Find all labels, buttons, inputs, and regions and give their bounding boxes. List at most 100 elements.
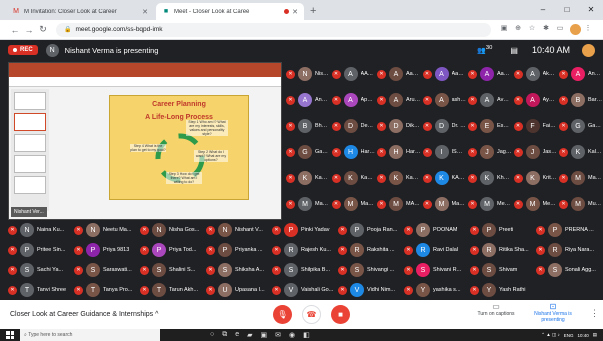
participant-tile[interactable]: ✕KKashish D... bbox=[377, 168, 421, 188]
participant-tile[interactable]: ✕KKASHISH ... bbox=[422, 168, 466, 188]
participant-tile[interactable]: ✕AArushi Sa... bbox=[377, 90, 421, 110]
participant-tile[interactable]: ✕ S Shiksha A... bbox=[206, 260, 269, 280]
participant-tile[interactable]: ✕DDeepali S... bbox=[331, 116, 375, 136]
participant-tile[interactable]: ✕ U Upasana I... bbox=[206, 280, 269, 300]
store-icon[interactable]: ▣ bbox=[261, 331, 268, 339]
leave-call-button[interactable]: ☎ bbox=[302, 305, 321, 324]
participant-tile[interactable]: ✕MManya Ar... bbox=[422, 194, 466, 214]
participant-tile[interactable]: ✕DDr. Priyan... bbox=[422, 116, 466, 136]
participant-tile[interactable]: ✕AApnjita G... bbox=[331, 90, 375, 110]
back-icon[interactable]: ← bbox=[8, 25, 22, 35]
more-options-icon[interactable]: ⋮ bbox=[590, 308, 599, 319]
participant-tile[interactable]: ✕ P POONAM bbox=[404, 220, 467, 240]
participant-tile[interactable]: ✕ T Tanya Pro... bbox=[74, 280, 137, 300]
notifications-icon[interactable]: ▤ bbox=[593, 332, 597, 338]
reload-icon[interactable]: ↻ bbox=[36, 24, 50, 35]
close-window-button[interactable]: ✕ bbox=[579, 0, 603, 20]
participant-tile[interactable]: ✕AAastha Si... bbox=[468, 64, 512, 84]
tab-gmail[interactable]: M M Invitation: Closer Look at Career ✕ bbox=[6, 3, 154, 20]
participant-tile[interactable]: ✕MMuskan ... bbox=[559, 194, 603, 214]
close-tab-icon[interactable]: ✕ bbox=[292, 8, 298, 16]
participant-tile[interactable]: ✕IISHIKA B... bbox=[422, 142, 466, 162]
participant-tile[interactable]: ✕AAkash Pun... bbox=[513, 64, 557, 84]
participant-tile[interactable]: ✕ P Preeti bbox=[470, 220, 533, 240]
forward-icon[interactable]: → bbox=[22, 25, 36, 35]
participant-tile[interactable]: ✕Aashish pa... bbox=[422, 90, 466, 110]
people-button[interactable]: 👥30 bbox=[477, 45, 492, 54]
participant-tile[interactable]: ✕ R Ritika Sha... bbox=[470, 240, 533, 260]
meeting-title[interactable]: Closer Look at Career Guidance & Interns… bbox=[10, 311, 210, 318]
participant-tile[interactable]: ✕BBhumika ... bbox=[286, 116, 330, 136]
taskbar-clock[interactable]: 10:40 bbox=[577, 333, 588, 338]
captions-button[interactable]: ▭ Turn on captions bbox=[466, 302, 526, 317]
new-tab-button[interactable]: + bbox=[310, 5, 316, 17]
participant-tile[interactable]: ✕ P Priya 9813 bbox=[74, 240, 137, 260]
participant-tile[interactable]: ✕ R Ravi Dalal bbox=[404, 240, 467, 260]
participant-tile[interactable]: ✕ S Shivani R... bbox=[404, 260, 467, 280]
participant-tile[interactable]: ✕ N Naina Ku... bbox=[8, 220, 71, 240]
maximize-button[interactable]: □ bbox=[555, 0, 579, 20]
close-tab-icon[interactable]: ✕ bbox=[142, 8, 148, 16]
participant-tile[interactable]: ✕AAastha K... bbox=[422, 64, 466, 84]
self-avatar[interactable] bbox=[582, 43, 595, 57]
participant-tile[interactable]: ✕MMANJOT ... bbox=[377, 194, 421, 214]
participant-tile[interactable]: ✕MMahesh C... bbox=[286, 194, 330, 214]
participant-tile[interactable]: ✕ T Tanvi Shree bbox=[8, 280, 71, 300]
puzzle-icon[interactable]: ✱ bbox=[539, 24, 553, 35]
participant-tile[interactable]: ✕FFaizan Mah... bbox=[513, 116, 557, 136]
participant-tile[interactable]: ✕ Yyashika s... bbox=[404, 280, 467, 300]
tab-meet[interactable]: ■ Meet - Closer Look at Caree ✕ bbox=[156, 3, 304, 20]
present-button[interactable]: ⊡ Nishant Verma is presenting bbox=[528, 302, 578, 323]
participant-tile[interactable]: ✕ P Pinki Yadav bbox=[272, 220, 335, 240]
participant-tile[interactable]: ✕ Y Yash Rathi bbox=[470, 280, 533, 300]
edge-icon[interactable]: e bbox=[235, 331, 239, 339]
participant-tile[interactable]: ✕ S Saraswati... bbox=[74, 260, 137, 280]
participant-tile[interactable]: ✕KKalpana ... bbox=[559, 142, 603, 162]
tray-icons[interactable]: ⌃ ▲ ◫ ♪ bbox=[541, 332, 559, 338]
participant-tile[interactable]: ✕ N Nishant V... bbox=[206, 220, 269, 240]
participant-tile[interactable]: ✕ R Riya Nara... bbox=[536, 240, 599, 260]
mic-toggle-button[interactable]: 🎙 bbox=[273, 305, 292, 324]
participant-tile[interactable]: ✕ S Sachi Ya... bbox=[8, 260, 71, 280]
star-icon[interactable]: ☆ bbox=[525, 24, 539, 35]
participant-tile[interactable]: ✕JJagriti Ma... bbox=[468, 142, 512, 162]
participant-tile[interactable]: ✕ S Sonali Agg... bbox=[536, 260, 599, 280]
profile-avatar[interactable] bbox=[570, 24, 581, 35]
participant-tile[interactable]: ✕ S Shivangi ... bbox=[338, 260, 401, 280]
cortana-icon[interactable]: ○ bbox=[210, 331, 214, 339]
participant-tile[interactable]: ✕ P Priya Tod... bbox=[140, 240, 203, 260]
participant-tile[interactable]: ✕AAngel sai... bbox=[559, 64, 603, 84]
participant-tile[interactable]: ✕HHarshit ... bbox=[377, 142, 421, 162]
participant-tile[interactable]: ✕GGaurav Ku... bbox=[559, 116, 603, 136]
participant-tile[interactable]: ✕ V Vidhi Nim... bbox=[338, 280, 401, 300]
office-icon[interactable]: ◧ bbox=[303, 331, 310, 339]
participant-tile[interactable]: ✕ P Pooja Ran... bbox=[338, 220, 401, 240]
menu-icon[interactable]: ⋮ bbox=[581, 24, 595, 35]
participant-tile[interactable]: ✕ R Rajesh Ku... bbox=[272, 240, 335, 260]
participant-tile[interactable]: ✕KKanika Ku... bbox=[286, 168, 330, 188]
explorer-icon[interactable]: ▰ bbox=[247, 331, 252, 339]
mail-icon[interactable]: ✉ bbox=[275, 331, 281, 339]
participant-tile[interactable]: ✕NNishant Ve... bbox=[286, 64, 330, 84]
participant-tile[interactable]: ✕BBarsha ... bbox=[559, 90, 603, 110]
zoom-icon[interactable]: ⊕ bbox=[511, 24, 525, 35]
participant-tile[interactable]: ✕JJashan... bbox=[513, 142, 557, 162]
taskbar-search[interactable]: ⌕ Type here to search bbox=[20, 329, 160, 341]
participant-tile[interactable]: ✕MMamta D... bbox=[331, 194, 375, 214]
participant-tile[interactable]: ✕KKhushboo... bbox=[468, 168, 512, 188]
participant-tile[interactable]: ✕KKashish A... bbox=[331, 168, 375, 188]
participant-tile[interactable]: ✕GGaurika B... bbox=[286, 142, 330, 162]
minimize-button[interactable]: – bbox=[531, 0, 555, 20]
participant-tile[interactable]: ✕ V Vaishali Go... bbox=[272, 280, 335, 300]
participant-tile[interactable]: ✕DDiksha Ka... bbox=[377, 116, 421, 136]
participant-tile[interactable]: ✕ S Shalini S... bbox=[140, 260, 203, 280]
participant-tile[interactable]: ✕HHaraseea... bbox=[331, 142, 375, 162]
cast-icon[interactable]: ▭ bbox=[553, 24, 567, 35]
participant-tile[interactable]: ✕ P PRERNA ... bbox=[536, 220, 599, 240]
language-indicator[interactable]: ENG bbox=[564, 333, 574, 338]
participant-tile[interactable]: ✕KKriti Shar... bbox=[513, 168, 557, 188]
participant-tile[interactable]: ✕ T Tarun Akh... bbox=[140, 280, 203, 300]
participant-tile[interactable]: ✕ P Pritee Sin... bbox=[8, 240, 71, 260]
participant-tile[interactable]: ✕ R Rakshita ... bbox=[338, 240, 401, 260]
participant-tile[interactable]: ✕MMamya ... bbox=[559, 168, 603, 188]
